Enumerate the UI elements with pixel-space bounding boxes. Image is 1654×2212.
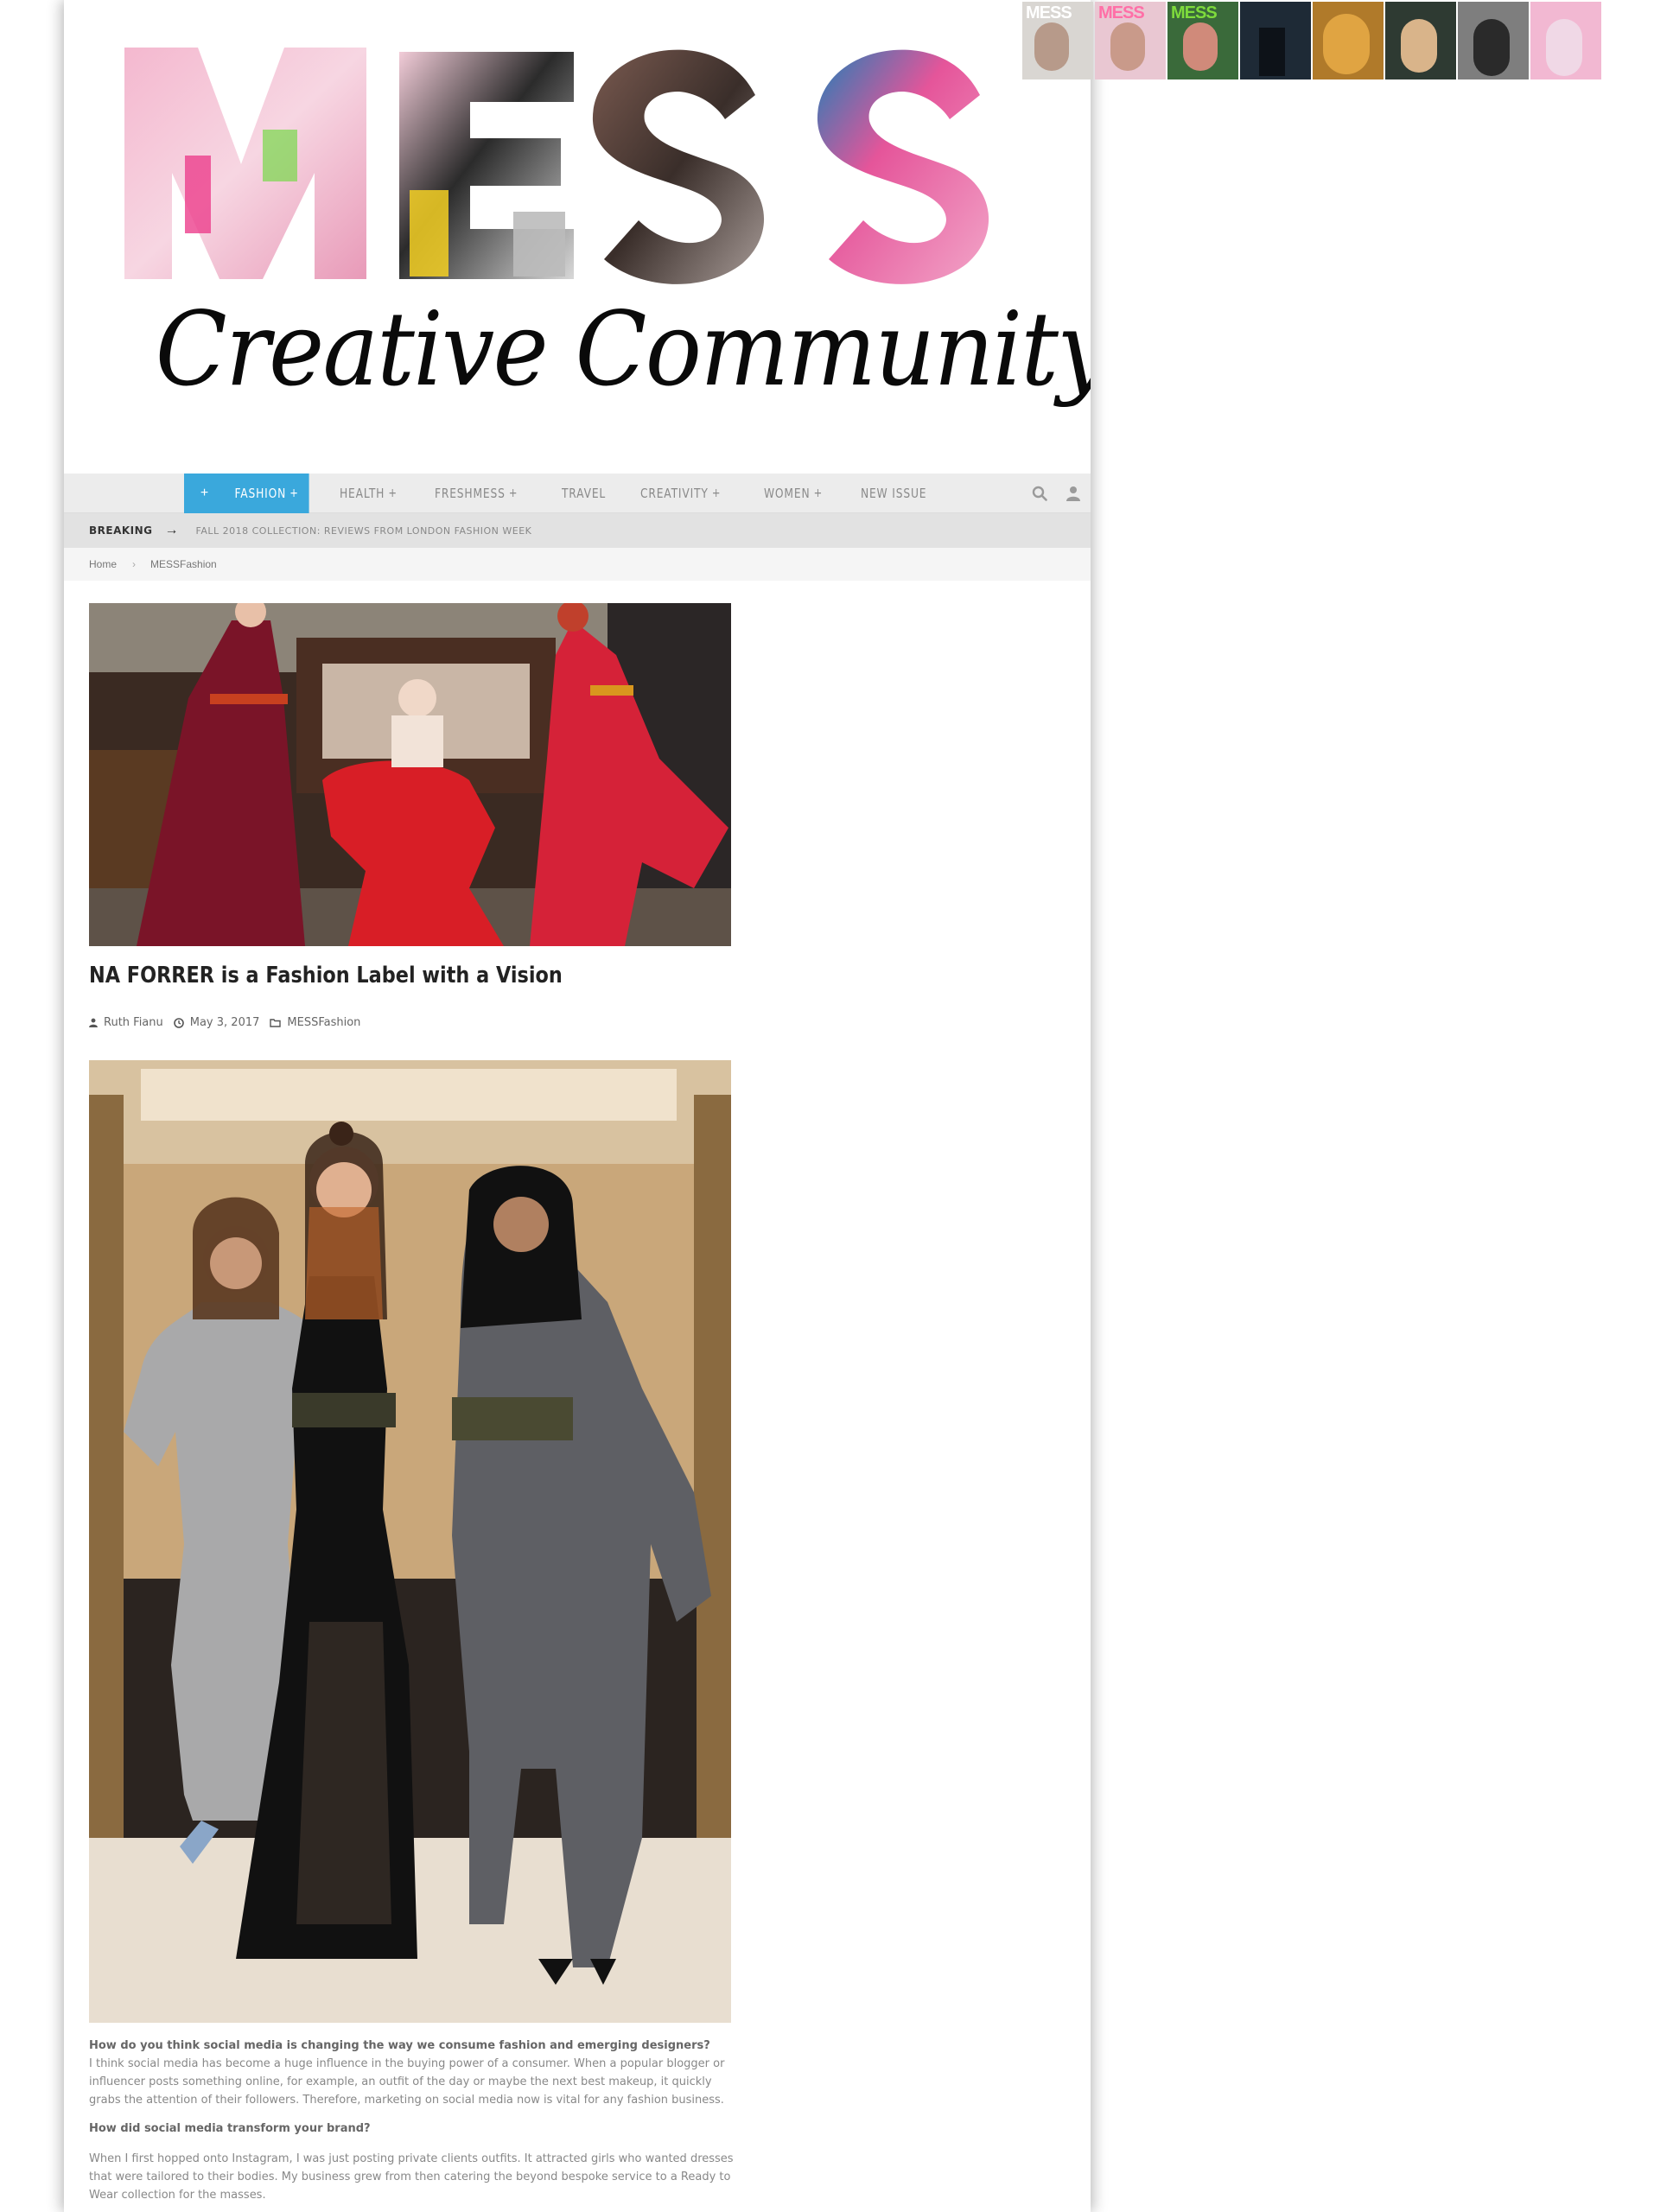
nav-item-new-issue[interactable]: NEW ISSUE bbox=[849, 474, 935, 513]
breaking-headline-link[interactable]: FALL 2018 COLLECTION: REVIEWS FROM LONDO… bbox=[196, 525, 532, 537]
folder-icon bbox=[270, 1019, 282, 1027]
date-meta: May 3, 2017 bbox=[173, 1016, 270, 1029]
author-link[interactable]: Ruth Fianu bbox=[104, 1016, 163, 1029]
plus-icon: + bbox=[508, 486, 518, 500]
search-icon[interactable] bbox=[1032, 486, 1047, 501]
magazine-cover[interactable] bbox=[1530, 2, 1601, 79]
question-2: How did social media transform your bran… bbox=[89, 2122, 371, 2135]
nav-item-travel[interactable]: TRAVEL bbox=[550, 474, 614, 513]
article-meta: Ruth Fianu May 3, 2017 MESSFashion bbox=[89, 1016, 360, 1029]
plus-icon: + bbox=[289, 486, 299, 500]
user-icon bbox=[89, 1018, 98, 1027]
plus-icon: + bbox=[813, 486, 823, 500]
logo-tagline: Creative Community bbox=[156, 290, 1091, 409]
arrow-right-icon: → bbox=[164, 523, 179, 537]
breaking-label: BREAKING bbox=[89, 524, 153, 537]
author-meta: Ruth Fianu bbox=[89, 1016, 174, 1029]
plus-icon: + bbox=[200, 486, 209, 500]
site-logo[interactable]: Creative Community bbox=[64, 0, 1091, 474]
breadcrumb-current: MESSFashion bbox=[150, 558, 217, 570]
main-nav: + FASHION + HEALTH + FRESHMESS + TRAVEL CRE… bbox=[64, 474, 1091, 513]
user-icon[interactable] bbox=[1066, 486, 1080, 501]
nav-item-women[interactable]: WOMEN + bbox=[752, 474, 831, 513]
breadcrumb-home-link[interactable]: Home bbox=[89, 558, 117, 570]
breadcrumb: Home › MESSFashion bbox=[64, 548, 1091, 581]
featured-image-graphic bbox=[89, 603, 731, 946]
chevron-right-icon: › bbox=[132, 558, 137, 570]
article-image-graphic bbox=[89, 1060, 731, 2023]
post-date: May 3, 2017 bbox=[189, 1016, 260, 1029]
nav-item-freshmess[interactable]: FRESHMESS + bbox=[423, 474, 526, 513]
category-meta: MESSFashion bbox=[270, 1016, 360, 1029]
question-1: How do you think social media is changin… bbox=[89, 2039, 710, 2052]
magazine-cover[interactable] bbox=[1385, 2, 1456, 79]
article-body: How do you think social media is changin… bbox=[89, 2037, 746, 2204]
magazine-covers-strip: MESS MESS MESS bbox=[1022, 2, 1601, 79]
clock-icon bbox=[173, 1017, 184, 1028]
answer-1-line-2: influencer posts something online, for e… bbox=[89, 2075, 712, 2088]
magazine-cover[interactable]: MESS bbox=[1167, 2, 1238, 79]
answer-2-line-3: Wear collection for the masses. bbox=[89, 2189, 266, 2202]
magazine-cover[interactable] bbox=[1240, 2, 1311, 79]
plus-icon: + bbox=[711, 486, 722, 500]
magazine-cover[interactable] bbox=[1458, 2, 1529, 79]
article-title: NA FORRER is a Fashion Label with a Visi… bbox=[89, 963, 563, 988]
article-image[interactable] bbox=[89, 1060, 731, 2023]
nav-items: + FASHION + HEALTH + FRESHMESS + TRAVEL CRE… bbox=[184, 474, 954, 513]
answer-1-line-1: I think social media has become a huge i… bbox=[89, 2057, 725, 2070]
breaking-news-bar: BREAKING → FALL 2018 COLLECTION: REVIEWS… bbox=[64, 513, 1091, 548]
answer-1-line-3: grabs the attention of their followers. … bbox=[89, 2094, 724, 2107]
category-link[interactable]: MESSFashion bbox=[287, 1016, 360, 1029]
magazine-cover[interactable] bbox=[1313, 2, 1384, 79]
answer-2-line-1: When I first hopped onto Instagram, I wa… bbox=[89, 2152, 734, 2165]
magazine-cover[interactable]: MESS bbox=[1022, 2, 1093, 79]
nav-item-creativity[interactable]: CREATIVITY + bbox=[628, 474, 729, 513]
nav-item-fashion[interactable]: FASHION + bbox=[225, 474, 309, 513]
answer-2-line-2: that were tailored to their bodies. My b… bbox=[89, 2171, 731, 2183]
featured-image[interactable] bbox=[89, 603, 731, 946]
plus-icon: + bbox=[387, 486, 398, 500]
magazine-cover[interactable]: MESS bbox=[1095, 2, 1166, 79]
nav-home-button[interactable]: + bbox=[184, 474, 225, 513]
nav-item-health[interactable]: HEALTH + bbox=[328, 474, 406, 513]
nav-tools bbox=[1032, 474, 1080, 513]
page-frame: Creative Community + FASHION + HEALTH + FR… bbox=[64, 0, 1091, 2212]
logo-graphic: Creative Community bbox=[124, 48, 1091, 409]
